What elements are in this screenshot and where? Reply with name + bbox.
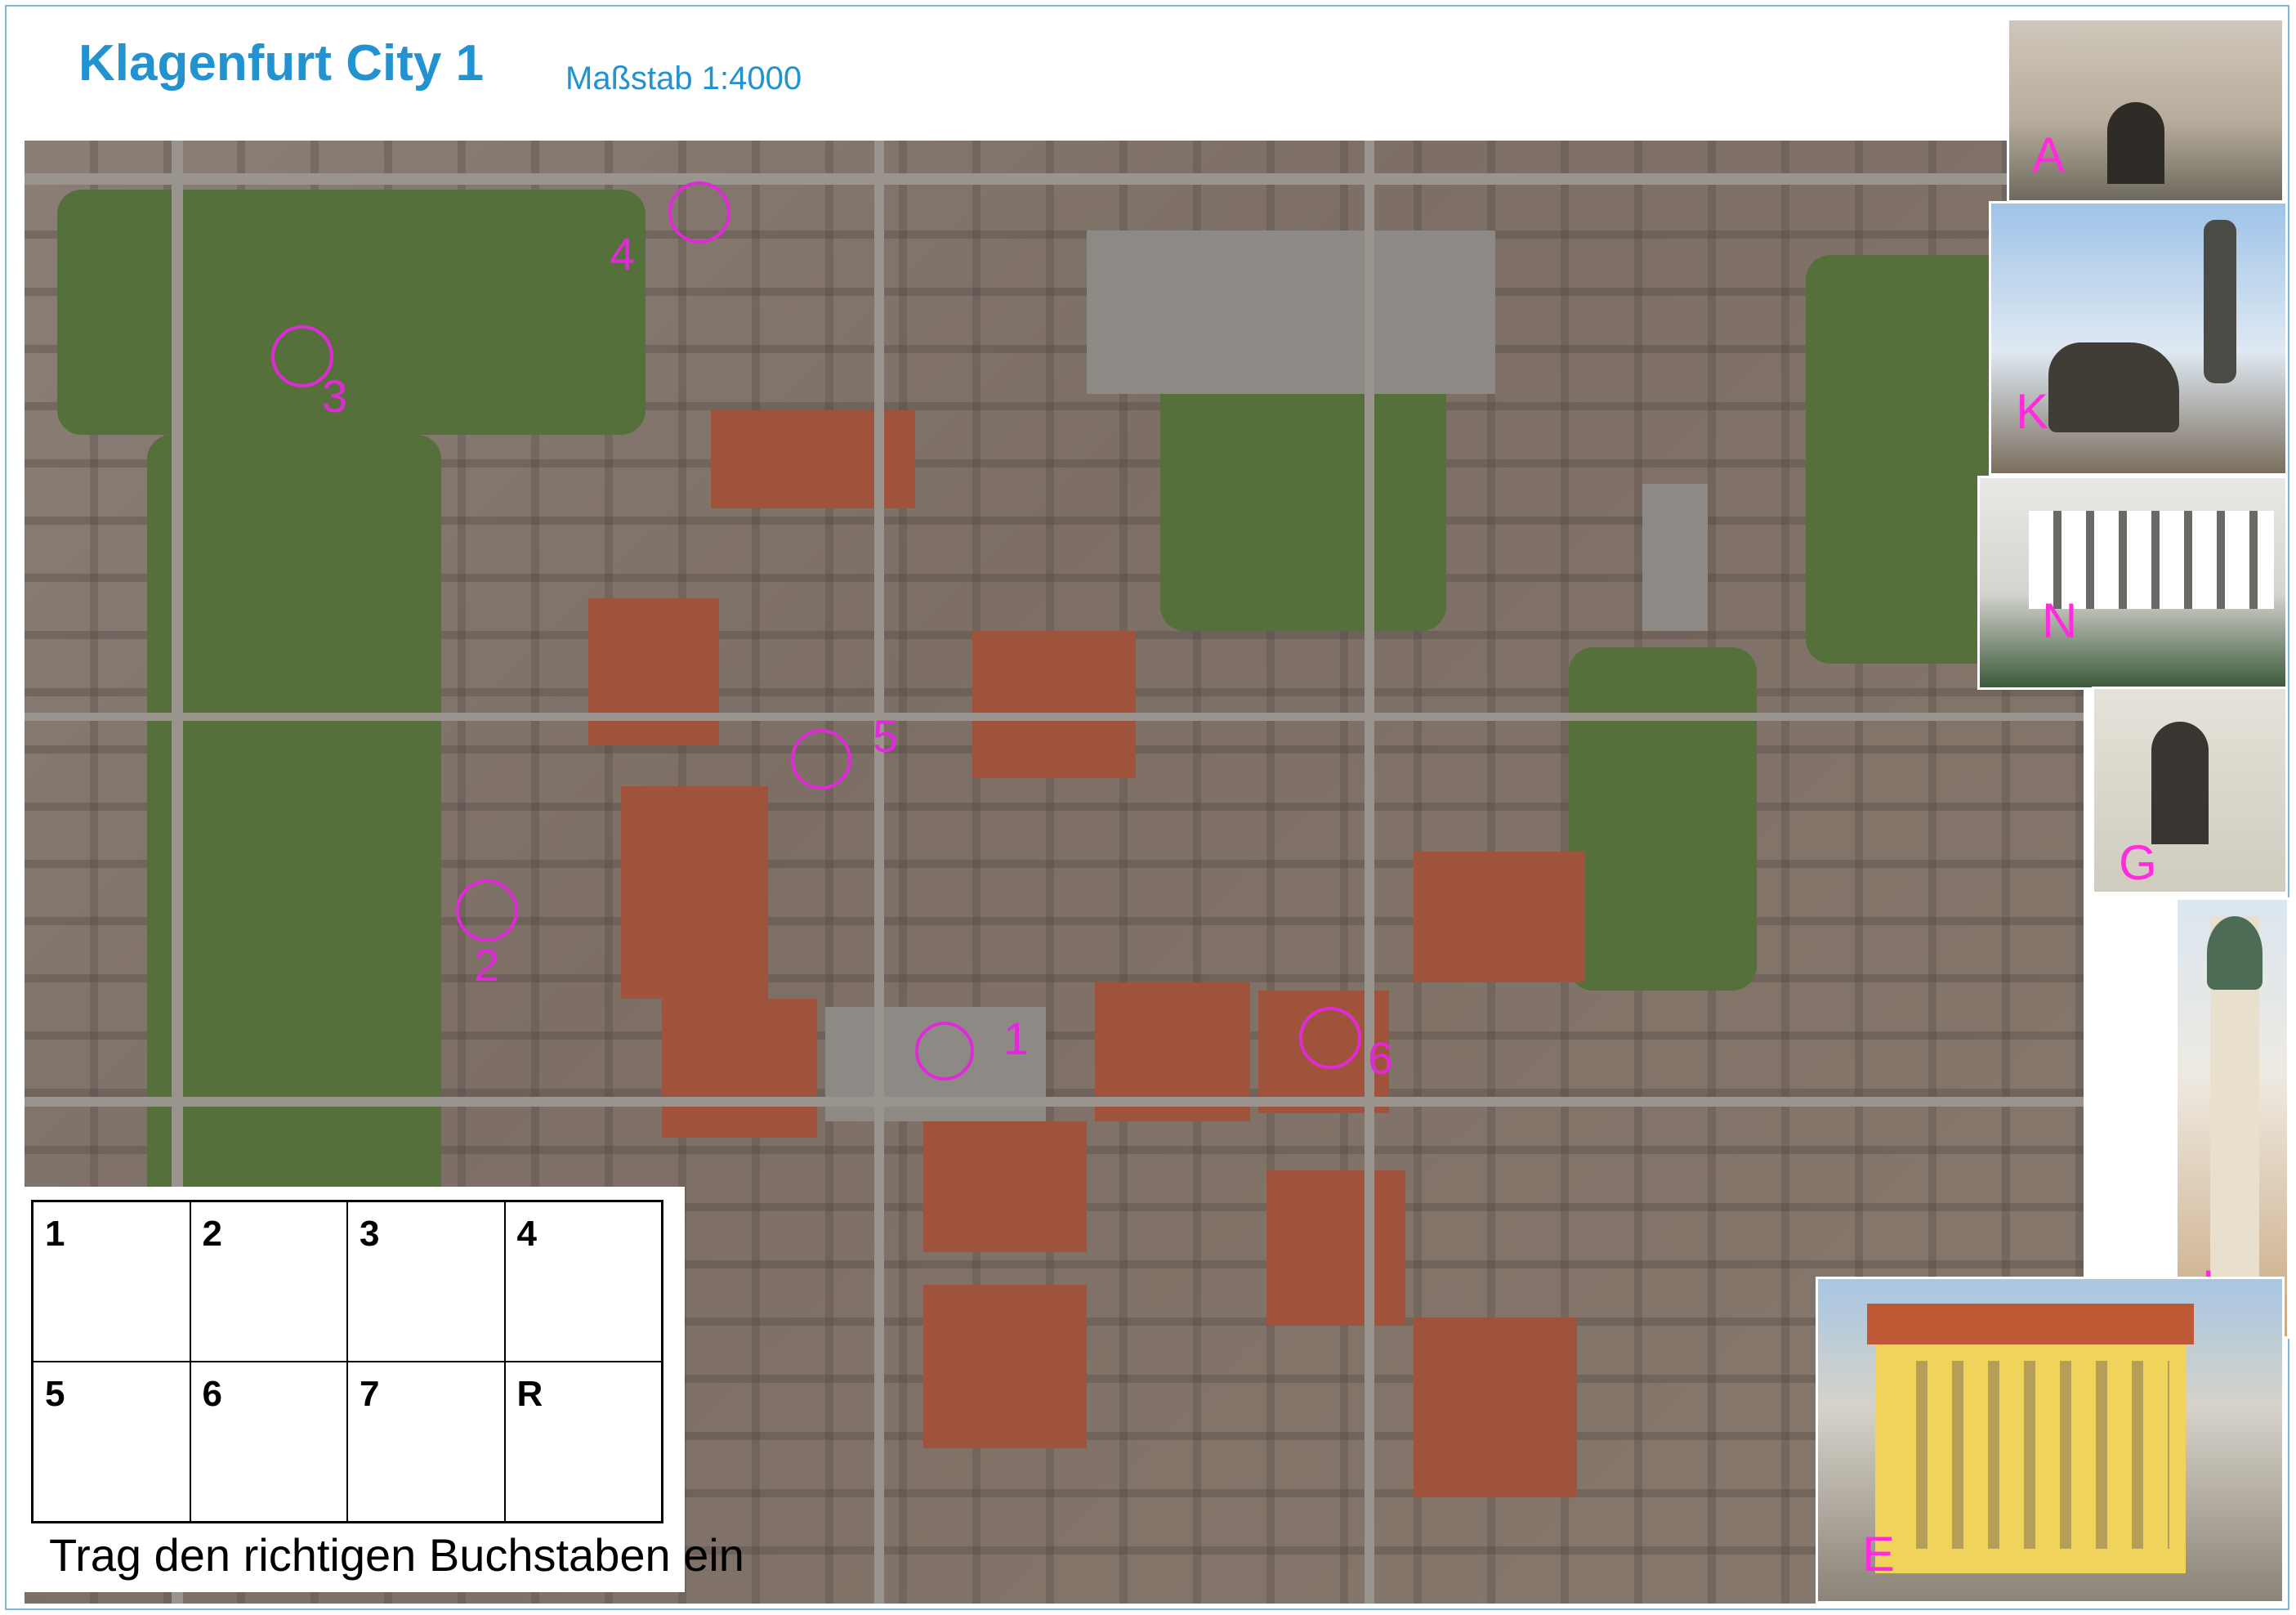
building-block	[923, 1121, 1087, 1252]
parking-deck	[1087, 230, 1495, 394]
statue	[2204, 220, 2236, 383]
park-area	[1569, 647, 1757, 991]
doorway	[2151, 722, 2209, 844]
map-scale: Maßstab 1:4000	[565, 60, 802, 96]
building-block	[1642, 484, 1708, 631]
marker-label-2: 2	[474, 939, 500, 991]
street	[25, 713, 2084, 721]
street	[874, 141, 884, 1604]
photo-letter-n: N	[2042, 593, 2078, 648]
building-block	[588, 598, 719, 745]
photo-n: N	[1977, 476, 2288, 690]
gate-arch	[2107, 102, 2164, 184]
grid-cell-r[interactable]: R	[504, 1362, 662, 1522]
photo-g: G	[2092, 687, 2288, 894]
building-block	[711, 410, 915, 508]
building-block	[621, 786, 768, 999]
photo-letter-e: E	[1862, 1527, 1896, 1581]
photo-e: E	[1816, 1277, 2285, 1604]
marker-label-6: 6	[1368, 1032, 1394, 1084]
grid-cell-1[interactable]: 1	[33, 1201, 190, 1362]
photo-k: K	[1989, 201, 2288, 476]
photo-letter-a: A	[2032, 128, 2066, 182]
grid-cell-6[interactable]: 6	[190, 1362, 347, 1522]
marker-circle-2	[456, 879, 518, 942]
marker-circle-4	[668, 181, 730, 244]
grid-cell-7[interactable]: 7	[347, 1362, 505, 1522]
marker-circle-6	[1299, 1007, 1361, 1069]
marker-label-3: 3	[322, 370, 348, 422]
photo-a: A	[2007, 18, 2285, 203]
grid-cell-2[interactable]: 2	[190, 1201, 347, 1362]
building-block	[923, 1285, 1087, 1448]
instruction-text: Trag den richtigen Buchstaben ein	[49, 1529, 744, 1581]
grid-cell-4[interactable]: 4	[504, 1201, 662, 1362]
grid-cell-3[interactable]: 3	[347, 1201, 505, 1362]
marker-circle-5	[791, 729, 851, 790]
map-title: Klagenfurt City 1	[78, 35, 485, 92]
ring-road	[25, 173, 2084, 185]
marker-label-1: 1	[1003, 1013, 1030, 1064]
park-area	[57, 190, 645, 435]
marker-label-5: 5	[873, 710, 899, 762]
answer-grid: 1 2 3 4 5 6 7 R	[31, 1200, 663, 1523]
park-area	[147, 435, 441, 1252]
street	[25, 1097, 2084, 1107]
marker-circle-1	[915, 1022, 974, 1080]
marker-label-4: 4	[610, 228, 636, 280]
park-area	[1160, 361, 1446, 631]
street	[1365, 141, 1374, 1604]
building-block	[662, 999, 817, 1138]
windows	[1892, 1361, 2169, 1549]
building-block	[972, 631, 1136, 778]
red-roof	[1867, 1304, 2194, 1344]
building-block	[1266, 1170, 1405, 1326]
building-block	[1414, 1318, 1577, 1497]
photo-l: L	[2175, 897, 2289, 1339]
tower-dome	[2207, 916, 2262, 990]
building-block	[1414, 852, 1585, 982]
photo-letter-g: G	[2119, 835, 2157, 890]
grid-cell-5[interactable]: 5	[33, 1362, 190, 1522]
photo-letter-k: K	[2016, 384, 2049, 439]
dragon	[2048, 342, 2179, 432]
